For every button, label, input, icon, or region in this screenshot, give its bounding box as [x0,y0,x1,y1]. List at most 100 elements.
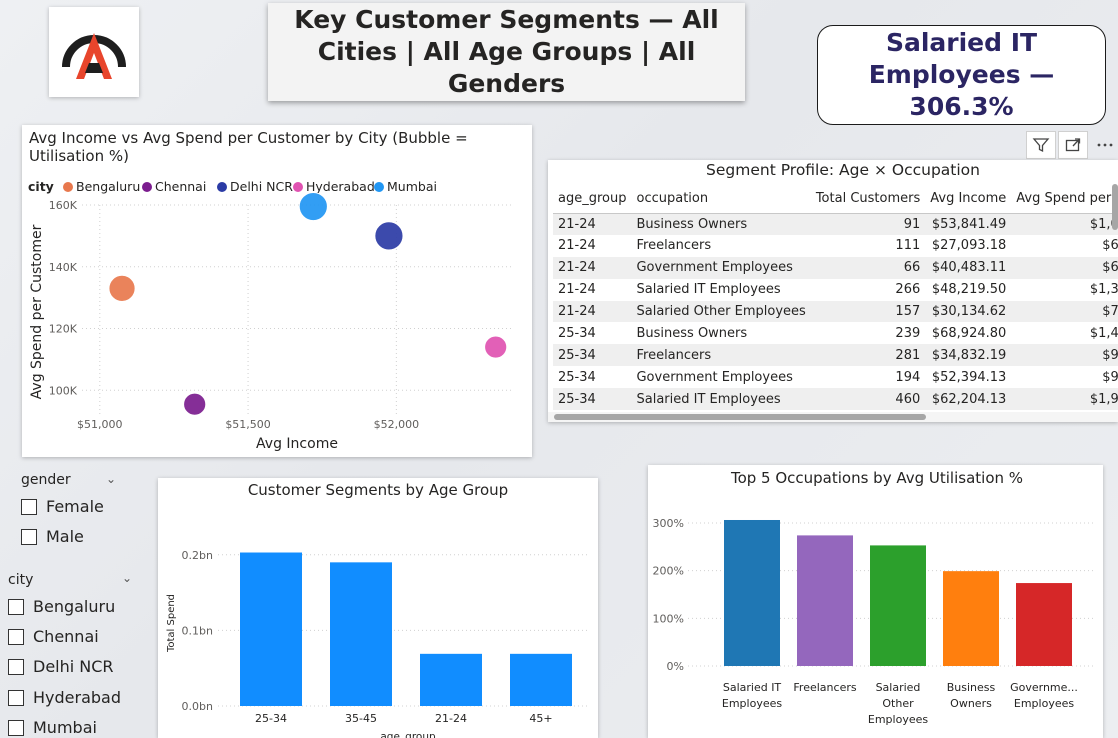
table-cell: 111 [895,238,921,254]
x-tick-label: $51,000 [77,418,123,431]
x-tick-label: Employees [1014,697,1074,710]
table-column-header[interactable]: occupation [631,184,811,214]
x-tick-label: Owners [950,697,992,710]
slicer-option-hyderabad[interactable]: Hyderabad [8,688,121,707]
table-column-header[interactable]: Avg Spend per Cus [1011,184,1118,214]
filter-icon[interactable] [1026,131,1056,159]
table-column-header[interactable]: Total Customers [810,184,926,214]
logo-mark-icon [62,33,126,79]
bubble-hyderabad[interactable] [484,335,508,359]
table-cell: $98,0 [1011,344,1118,367]
table-row[interactable]: 21-24Government Employees66$40,483.11$64… [553,256,1118,279]
occupation-chart-svg: Top 5 Occupations by Avg Utilisation % 0… [653,469,1093,726]
checkbox[interactable] [8,719,24,736]
horizontal-scrollbar-thumb[interactable] [554,414,926,420]
vertical-scrollbar-thumb[interactable] [1112,184,1118,230]
legend-item[interactable]: Bengaluru [63,179,140,194]
checkbox[interactable] [8,658,24,675]
slicer-option-label: Female [46,497,104,516]
table-cell: Freelancers [636,238,712,254]
table-row[interactable]: 21-24 Freelancers 111 $27,093.18 $69,1 [553,235,1118,257]
table-cell: $69,1 [1102,238,1118,254]
x-tick-label: $52,000 [374,418,420,431]
table-cell: 281 [810,344,926,367]
slicer-option-mumbai[interactable]: Mumbai [8,718,97,737]
legend-label: Mumbai [387,179,437,194]
slicer-option-delhi-ncr[interactable]: Delhi NCR [8,657,114,676]
table-cell: 25-34 [553,388,632,411]
slicer-option-male[interactable]: Male [21,527,84,546]
legend-item[interactable]: Mumbai [374,179,437,194]
x-tick-label: $51,500 [225,418,271,431]
checkbox[interactable] [8,598,24,615]
table-row[interactable]: 25-34Freelancers281$34,832.19$98,0 [553,344,1118,367]
age-chart-title: Customer Segments by Age Group [248,481,508,499]
table-cell: $1,36,6 [1089,282,1118,298]
x-tick-label: Salaried [876,681,921,694]
age-chart-y-axis-title: Total Spend [166,594,177,653]
age-group-chart-visual[interactable]: Customer Segments by Age Group Total Spe… [158,478,598,738]
legend-item[interactable]: Chennai [142,179,206,194]
checkbox[interactable] [21,498,37,515]
bubble-delhi-ncr[interactable] [374,221,404,251]
slicer-option-label: Male [46,527,84,546]
table-cell: $68,924.80 [931,325,1007,341]
checkbox[interactable] [21,528,37,545]
checkbox[interactable] [8,628,24,645]
y-tick-label: 100% [653,612,684,625]
slicer-option-bengaluru[interactable]: Bengaluru [8,597,115,616]
age-chart-x-axis-title: age_group [380,731,436,738]
bubble-bengaluru[interactable] [108,274,136,302]
table-row[interactable]: 25-34 Government Employees 194 $52,394.13 $9… [553,366,1118,388]
slicer-option-female[interactable]: Female [21,497,104,516]
bubble-mumbai[interactable] [298,192,328,221]
horizontal-scrollbar-track[interactable] [548,412,1118,422]
page-title-line-1: Key Customer Segments — All [294,5,719,34]
table-row[interactable]: 21-24 Salaried Other Employees 157 $30,134.… [553,300,1118,323]
occupation-chart-visual[interactable]: Top 5 Occupations by Avg Utilisation % 0… [648,465,1103,738]
y-tick-label: 0.1bn [182,624,213,637]
legend-item[interactable]: Hyderabad [293,179,375,194]
table-cell: 21-24 [558,238,596,254]
bar-occupation[interactable] [943,571,999,666]
table-column-header[interactable]: Avg Income [925,184,1012,214]
checkbox[interactable] [8,689,24,706]
chevron-down-icon[interactable]: ⌄ [106,472,116,486]
bubble-chennai[interactable] [183,392,207,416]
bar-45+[interactable] [510,653,572,706]
x-tick-label: Governme... [1010,681,1078,694]
table-cell: Business Owners [636,325,748,341]
bar-occupation[interactable] [724,519,780,666]
segment-table-visual[interactable]: Segment Profile: Age × Occupation age_gr… [548,160,1118,422]
bar-occupation[interactable] [1016,583,1072,666]
table-cell: $1,44,3 [1089,325,1118,341]
table-column-header[interactable]: age_group [553,184,632,214]
slicer-option-chennai[interactable]: Chennai [8,627,99,646]
bubble-chart-visual[interactable]: Avg Income vs Avg Spend per Customer by … [22,125,532,457]
table-row[interactable]: 25-34 Business Owners 239 $68,924.80 $1,44,3 [553,322,1118,344]
focus-mode-icon[interactable] [1058,131,1088,159]
table-cell: $1,01,2 [1011,213,1118,235]
bar-occupation[interactable] [797,535,853,666]
legend-item[interactable]: Delhi NCR [217,179,293,194]
segment-table: age_group occupation Total Customers Avg In… [553,184,1118,411]
table-cell: $34,832.19 [925,344,1012,367]
legend-title: city [28,179,54,194]
bar-occupation[interactable] [870,545,926,666]
table-cell: Government Employees [636,369,793,385]
table-row[interactable]: 21-24 Salaried IT Employees 266 $48,219.50 $… [553,279,1118,301]
more-options-icon[interactable] [1090,131,1118,159]
table-cell: 194 [895,369,921,385]
bar-25-34[interactable] [240,552,302,706]
table-row[interactable]: 21-24Business Owners91$53,841.49$1,01,2 [553,213,1118,235]
city-slicer-label: city [8,572,34,588]
table-cell: $1,95,8 [1011,388,1118,411]
bar-35-45[interactable] [330,562,392,706]
table-cell: 21-24 [558,282,596,298]
slicer-option-label: Mumbai [33,718,97,737]
bar-21-24[interactable] [420,653,482,706]
chevron-down-icon[interactable]: ⌄ [122,571,132,585]
table-row[interactable]: 25-34 Salaried IT Employees 460 $62,204.13 $… [553,388,1118,411]
table-cell: $53,841.49 [925,213,1012,235]
y-tick-label: 300% [653,517,684,530]
